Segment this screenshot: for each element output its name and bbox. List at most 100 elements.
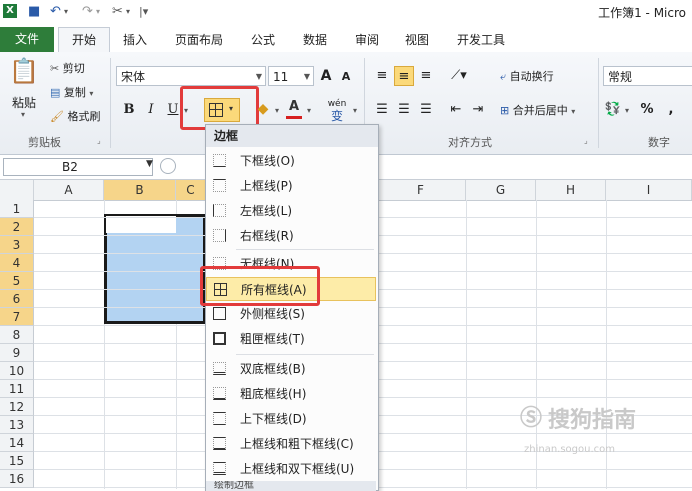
row-header[interactable]: 15 [0, 452, 34, 470]
column-header[interactable]: G [466, 180, 536, 200]
border-menu-item[interactable]: 粗底框线(H) [206, 382, 376, 406]
row-header[interactable]: 4 [0, 254, 34, 272]
comma-button[interactable]: , [664, 100, 678, 120]
font-name-dropdown-icon[interactable]: ▼ [256, 67, 262, 87]
align-center-icon[interactable]: ☰ [394, 100, 414, 120]
tab-page-layout[interactable]: 页面布局 [166, 29, 232, 51]
column-header[interactable]: F [376, 180, 466, 200]
border-menu-item[interactable]: 上框线和粗下框线(C) [206, 432, 376, 456]
row-header[interactable]: 8 [0, 326, 34, 344]
border-menu-item[interactable]: 双底框线(B) [206, 357, 376, 381]
italic-button[interactable]: I [142, 100, 160, 120]
row-header[interactable]: 1 [0, 200, 34, 218]
tab-developer[interactable]: 开发工具 [448, 29, 514, 51]
tab-review[interactable]: 审阅 [346, 29, 388, 51]
thick-bottom-border-icon [213, 387, 226, 400]
wrap-text-button[interactable]: ⤶ 自动换行 [500, 68, 554, 84]
name-box[interactable]: B2 [3, 158, 153, 176]
border-menu-item[interactable]: 右框线(R) [206, 224, 376, 248]
border-menu-item[interactable]: 左框线(L) [206, 199, 376, 223]
align-left-icon[interactable]: ☰ [372, 100, 392, 120]
formula-expand-icon[interactable] [160, 158, 176, 174]
align-right-icon[interactable]: ☰ [416, 100, 436, 120]
row-header[interactable]: 3 [0, 236, 34, 254]
paste-dropdown-icon[interactable]: ▾ [21, 110, 25, 119]
customize-tool-icon[interactable]: ✂ [112, 3, 123, 20]
right-border-icon [213, 229, 226, 242]
font-color-icon[interactable]: A [286, 98, 302, 119]
percent-button[interactable]: % [638, 100, 656, 120]
row-header[interactable]: 9 [0, 344, 34, 362]
phonetic-button[interactable]: wén 变 [324, 98, 350, 124]
tab-formulas[interactable]: 公式 [242, 29, 284, 51]
format-painter-button[interactable]: 🖌 格式刷 [50, 108, 100, 124]
number-format-combo[interactable]: 常规 [603, 66, 692, 86]
increase-indent-icon[interactable]: ⇥ [468, 100, 488, 120]
row-header[interactable]: 10 [0, 362, 34, 380]
redo-dropdown-icon[interactable]: ▾ [96, 3, 100, 20]
paste-button[interactable]: 粘贴 [12, 94, 36, 111]
undo-dropdown-icon[interactable]: ▾ [64, 3, 68, 20]
align-bottom-icon[interactable]: ≡ [416, 66, 436, 86]
row-header[interactable]: 5 [0, 272, 34, 290]
grow-font-button[interactable]: A [318, 66, 334, 86]
border-menu-item-label: 粗底框线(H) [240, 387, 307, 401]
row-header[interactable]: 6 [0, 290, 34, 308]
row-header[interactable]: 13 [0, 416, 34, 434]
fill-color-icon[interactable]: ◆ [254, 99, 272, 119]
save-icon[interactable]: ■ [28, 3, 40, 20]
border-menu-item[interactable]: 上框线和双下框线(U) [206, 457, 376, 481]
column-header[interactable]: A [34, 180, 104, 200]
border-menu-item[interactable]: 上框线(P) [206, 174, 376, 198]
clipboard-launcher-icon[interactable]: ⌟ [97, 136, 101, 145]
column-header[interactable]: I [606, 180, 692, 200]
border-menu-item[interactable]: 上下框线(D) [206, 407, 376, 431]
tab-data[interactable]: 数据 [294, 29, 336, 51]
redo-icon[interactable]: ↷ [82, 3, 93, 20]
alignment-launcher-icon[interactable]: ⌟ [584, 136, 588, 145]
column-header[interactable]: C [176, 180, 206, 200]
merge-center-button[interactable]: ⊞ 合并后居中 ▾ [500, 102, 575, 118]
align-middle-icon[interactable]: ≡ [394, 66, 414, 86]
merge-icon: ⊞ [500, 104, 510, 117]
quick-access-menu-icon[interactable]: |▾ [139, 3, 148, 20]
bold-button[interactable]: B [120, 100, 138, 120]
name-box-dropdown-icon[interactable]: ▼ [146, 159, 153, 169]
orientation-icon[interactable]: ⟋▾ [446, 66, 472, 86]
copy-dropdown-icon[interactable]: ▾ [89, 89, 93, 98]
font-size-dropdown-icon[interactable]: ▼ [304, 67, 310, 87]
shrink-font-button[interactable]: A [338, 67, 354, 87]
tab-file[interactable]: 文件 [0, 27, 54, 52]
tool-dropdown-icon[interactable]: ▾ [126, 3, 130, 20]
active-cell[interactable] [106, 216, 176, 233]
column-header[interactable]: H [536, 180, 606, 200]
border-menu-item-label: 下框线(O) [240, 154, 295, 168]
paste-icon[interactable]: 📋 [8, 56, 40, 86]
select-all-corner[interactable] [0, 180, 34, 200]
tab-view[interactable]: 视图 [396, 29, 438, 51]
row-header[interactable]: 16 [0, 470, 34, 488]
decrease-indent-icon[interactable]: ⇤ [446, 100, 466, 120]
currency-icon[interactable]: 💱 [604, 100, 622, 120]
tab-insert[interactable]: 插入 [114, 29, 156, 51]
phonetic-dropdown-icon[interactable]: ▾ [350, 101, 360, 121]
font-name-combo[interactable]: 宋体 ▼ [116, 66, 266, 86]
fill-color-dropdown-icon[interactable]: ▾ [272, 101, 282, 121]
merge-dropdown-icon[interactable]: ▾ [571, 107, 575, 116]
align-top-icon[interactable]: ≡ [372, 66, 392, 86]
row-header[interactable]: 7 [0, 308, 34, 326]
currency-dropdown-icon[interactable]: ▾ [622, 101, 632, 121]
tab-home[interactable]: 开始 [58, 27, 110, 53]
border-menu-item[interactable]: 下框线(O) [206, 149, 376, 173]
row-header[interactable]: 14 [0, 434, 34, 452]
border-menu-item[interactable]: 粗匣框线(T) [206, 327, 376, 351]
copy-button[interactable]: ▤ 复制 ▾ [50, 84, 93, 100]
font-color-dropdown-icon[interactable]: ▾ [304, 101, 314, 121]
cut-button[interactable]: ✂ 剪切 [50, 60, 85, 76]
row-header[interactable]: 12 [0, 398, 34, 416]
row-header[interactable]: 11 [0, 380, 34, 398]
column-header[interactable]: B [104, 180, 176, 200]
undo-icon[interactable]: ↶ [50, 3, 61, 20]
row-header[interactable]: 2 [0, 218, 34, 236]
font-size-combo[interactable]: 11 ▼ [268, 66, 314, 86]
